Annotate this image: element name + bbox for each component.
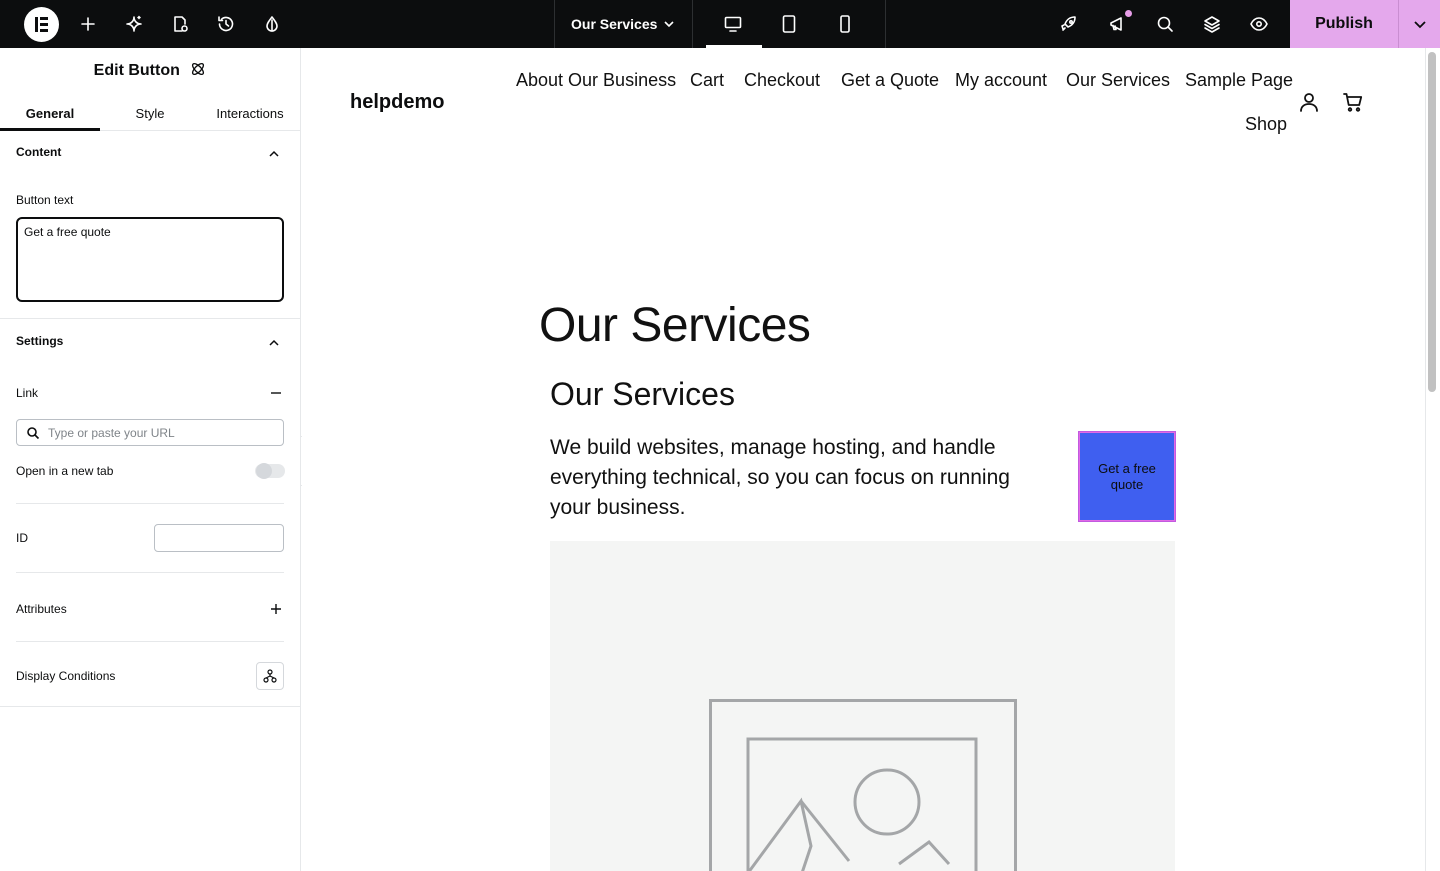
atomic-widget-icon (190, 61, 206, 77)
chevron-up-icon (269, 339, 279, 346)
nav-item-our-services[interactable]: Our Services (1066, 70, 1170, 91)
page-selector[interactable]: Our Services (555, 0, 692, 48)
chevron-down-icon (1413, 21, 1426, 29)
desktop-icon (724, 16, 742, 32)
new-tab-label: Open in a new tab (16, 464, 114, 478)
field-divider (16, 572, 284, 573)
panel-tabs: General Style Interactions (0, 101, 300, 131)
section-paragraph: We build websites, manage hosting, and h… (550, 436, 1010, 519)
field-divider (16, 641, 284, 642)
tab-general[interactable]: General (0, 101, 100, 131)
tab-style[interactable]: Style (100, 101, 200, 131)
button-text-label: Button text (16, 193, 74, 207)
publish-button[interactable]: Publish (1290, 0, 1398, 48)
eye-icon (1250, 17, 1268, 31)
device-mobile-button[interactable] (829, 8, 861, 40)
nav-item-get-a-quote[interactable]: Get a Quote (841, 70, 939, 91)
rocket-icon (1061, 16, 1076, 31)
top-bar-separator (692, 0, 693, 48)
tablet-icon (782, 15, 796, 33)
nav-item-shop[interactable]: Shop (1245, 114, 1287, 135)
section-divider (0, 318, 300, 319)
ai-sparkle-icon (126, 15, 142, 32)
display-conditions-button[interactable] (256, 662, 284, 690)
page-settings-button[interactable] (164, 8, 196, 40)
add-attribute-button[interactable] (269, 602, 283, 616)
theme-drop-icon (266, 16, 278, 32)
user-icon (1300, 93, 1318, 112)
search-button[interactable] (1149, 8, 1181, 40)
section-divider (0, 706, 300, 707)
field-divider (16, 503, 284, 504)
megaphone-icon (1110, 17, 1122, 31)
layers-icon (1204, 16, 1220, 33)
panel-title: Edit Button (0, 61, 300, 80)
section-heading: Our Services (550, 376, 735, 412)
site-logo[interactable]: helpdemo (350, 91, 444, 114)
plus-icon (271, 604, 281, 614)
link-label: Link (16, 386, 39, 400)
nav-item-cart[interactable]: Cart (690, 70, 724, 91)
attributes-label: Attributes (16, 602, 67, 616)
display-conditions-label: Display Conditions (16, 669, 116, 683)
new-tab-toggle[interactable] (255, 463, 285, 479)
search-icon (1157, 16, 1173, 32)
device-desktop-button[interactable] (717, 8, 749, 40)
nav-item-about[interactable]: About Our Business (516, 70, 676, 91)
image-placeholder-icon (709, 699, 1017, 871)
url-input-wrapper (16, 419, 284, 446)
button-text-field[interactable]: Get a free quote (16, 217, 284, 302)
preview-button[interactable] (1243, 8, 1275, 40)
preview-canvas: helpdemo About Our Business Cart Checkou… (302, 48, 1425, 871)
editor-panel: Edit Button General Style Interactions C… (0, 48, 301, 871)
publish-options-button[interactable] (1398, 0, 1440, 48)
mobile-icon (840, 15, 850, 33)
url-input[interactable] (48, 423, 278, 442)
add-element-button[interactable] (72, 8, 104, 40)
page-title: Our Services (539, 299, 811, 352)
device-tablet-button[interactable] (773, 8, 805, 40)
cart-button[interactable] (1341, 90, 1365, 114)
minus-icon (271, 392, 281, 394)
id-label: ID (16, 531, 28, 545)
panel-title-text: Edit Button (93, 62, 180, 79)
site-settings-button[interactable] (256, 8, 288, 40)
tab-interactions[interactable]: Interactions (200, 101, 300, 131)
settings-section-title: Settings (16, 334, 64, 348)
top-bar-separator (885, 0, 886, 48)
conditions-icon (263, 669, 277, 683)
settings-section-toggle[interactable]: Settings (16, 334, 284, 354)
ai-button[interactable] (118, 8, 150, 40)
launch-button[interactable] (1053, 8, 1085, 40)
page-selector-label: Our Services (571, 16, 658, 32)
history-icon (218, 16, 234, 32)
search-icon (27, 427, 40, 440)
id-field[interactable] (154, 524, 284, 552)
canvas-scrollbar-thumb[interactable] (1428, 52, 1436, 392)
content-section-title: Content (16, 145, 62, 159)
elementor-logo[interactable] (24, 7, 59, 42)
chevron-up-icon (269, 150, 279, 157)
chevron-down-icon (664, 21, 674, 28)
nav-item-sample-page[interactable]: Sample Page (1185, 70, 1293, 91)
nav-item-my-account[interactable]: My account (955, 70, 1047, 91)
notifications-button[interactable] (1102, 8, 1134, 40)
image-placeholder[interactable] (550, 541, 1175, 871)
content-section-toggle[interactable]: Content (16, 145, 284, 165)
plus-icon (81, 17, 95, 31)
structure-button[interactable] (1196, 8, 1228, 40)
get-quote-button[interactable]: Get a free quote (1078, 431, 1176, 522)
cart-icon (1343, 93, 1363, 112)
account-button[interactable] (1297, 90, 1321, 114)
nav-item-checkout[interactable]: Checkout (744, 70, 820, 91)
notification-badge (1125, 10, 1132, 17)
link-collapse-button[interactable] (269, 386, 283, 400)
editor-top-bar: Our Services Publish (0, 0, 1440, 48)
toggle-knob (256, 463, 272, 479)
page-settings-icon (174, 16, 188, 32)
history-button[interactable] (210, 8, 242, 40)
